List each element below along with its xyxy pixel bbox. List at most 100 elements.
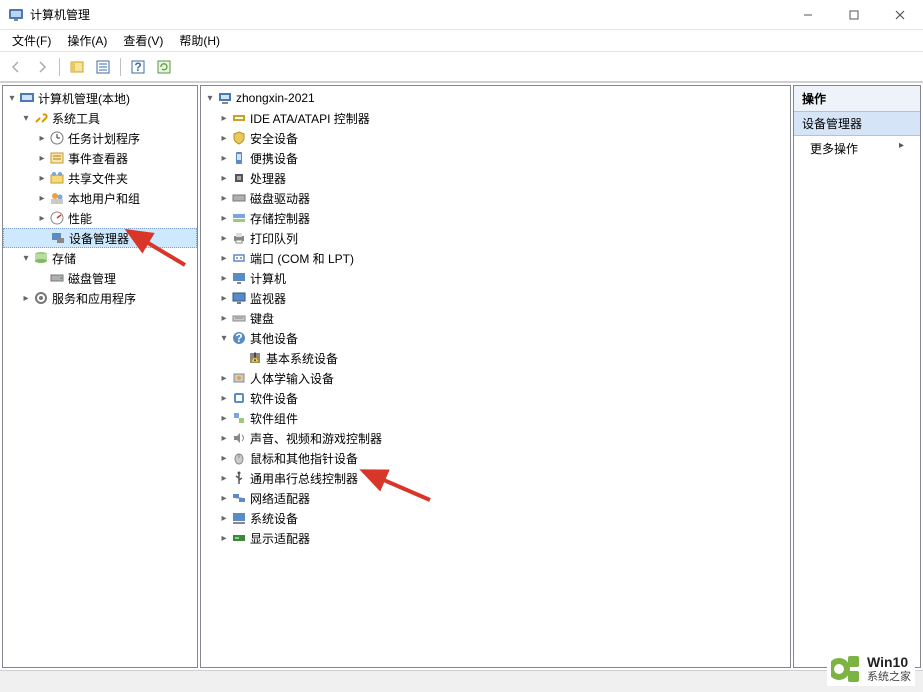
tree-label: 磁盘管理 bbox=[65, 270, 116, 287]
tree-local-users[interactable]: ▸ 本地用户和组 bbox=[3, 188, 197, 208]
tree-disk-management[interactable]: ▸ 磁盘管理 bbox=[3, 268, 197, 288]
tree-system-tools[interactable]: ▾ 系统工具 bbox=[3, 108, 197, 128]
expander-icon[interactable]: ▸ bbox=[217, 113, 231, 124]
users-icon bbox=[49, 190, 65, 206]
forward-button[interactable] bbox=[30, 55, 54, 79]
device-other[interactable]: ▾ ? 其他设备 bbox=[201, 328, 790, 348]
expander-icon[interactable]: ▸ bbox=[35, 173, 49, 184]
maximize-button[interactable] bbox=[831, 0, 877, 30]
other-icon: ? bbox=[231, 330, 247, 346]
device-network[interactable]: ▸ 网络适配器 bbox=[201, 488, 790, 508]
clock-icon bbox=[49, 130, 65, 146]
device-sound[interactable]: ▸ 声音、视频和游戏控制器 bbox=[201, 428, 790, 448]
tree-label: 网络适配器 bbox=[247, 490, 310, 507]
event-icon bbox=[49, 150, 65, 166]
device-monitors[interactable]: ▸ 监视器 bbox=[201, 288, 790, 308]
back-button[interactable] bbox=[4, 55, 28, 79]
minimize-button[interactable] bbox=[785, 0, 831, 30]
tree-label: 服务和应用程序 bbox=[49, 290, 136, 307]
tree-storage[interactable]: ▾ 存储 bbox=[3, 248, 197, 268]
expander-icon[interactable]: ▾ bbox=[203, 93, 217, 104]
software-dev-icon bbox=[231, 390, 247, 406]
console-tree-pane[interactable]: ▾ 计算机管理(本地) ▾ 系统工具 ▸ 任务计划程序 ▸ 事件查看器 ▸ bbox=[2, 85, 198, 668]
device-processors[interactable]: ▸ 处理器 bbox=[201, 168, 790, 188]
tree-label: 监视器 bbox=[247, 290, 286, 307]
usb-icon bbox=[231, 470, 247, 486]
show-hide-tree-button[interactable] bbox=[65, 55, 89, 79]
expander-icon[interactable]: ▸ bbox=[217, 493, 231, 504]
device-keyboards[interactable]: ▸ 键盘 bbox=[201, 308, 790, 328]
expander-icon[interactable]: ▾ bbox=[19, 253, 33, 264]
share-icon bbox=[49, 170, 65, 186]
device-ide[interactable]: ▸ IDE ATA/ATAPI 控制器 bbox=[201, 108, 790, 128]
device-display[interactable]: ▸ 显示适配器 bbox=[201, 528, 790, 548]
refresh-button[interactable] bbox=[152, 55, 176, 79]
close-button[interactable] bbox=[877, 0, 923, 30]
device-storage-controllers[interactable]: ▸ 存储控制器 bbox=[201, 208, 790, 228]
menu-view[interactable]: 查看(V) bbox=[115, 30, 171, 51]
tree-label: 人体学输入设备 bbox=[247, 370, 334, 387]
expander-icon[interactable]: ▸ bbox=[217, 313, 231, 324]
tree-performance[interactable]: ▸ 性能 bbox=[3, 208, 197, 228]
statusbar bbox=[0, 670, 923, 692]
expander-icon[interactable]: ▸ bbox=[217, 393, 231, 404]
expander-icon[interactable]: ▸ bbox=[217, 293, 231, 304]
device-disk-drives[interactable]: ▸ 磁盘驱动器 bbox=[201, 188, 790, 208]
expander-icon[interactable]: ▸ bbox=[217, 133, 231, 144]
tree-shared-folders[interactable]: ▸ 共享文件夹 bbox=[3, 168, 197, 188]
expander-icon[interactable]: ▾ bbox=[19, 113, 33, 124]
expander-icon[interactable]: ▸ bbox=[217, 453, 231, 464]
tree-label: 打印队列 bbox=[247, 230, 298, 247]
tree-root[interactable]: ▾ 计算机管理(本地) bbox=[3, 88, 197, 108]
warning-device-icon: ! bbox=[247, 350, 263, 366]
device-hid[interactable]: ▸ 人体学输入设备 bbox=[201, 368, 790, 388]
help-button[interactable]: ? bbox=[126, 55, 150, 79]
expander-icon[interactable]: ▸ bbox=[35, 153, 49, 164]
device-mice[interactable]: ▸ 鼠标和其他指针设备 bbox=[201, 448, 790, 468]
expander-icon[interactable]: ▸ bbox=[217, 173, 231, 184]
device-security[interactable]: ▸ 安全设备 bbox=[201, 128, 790, 148]
expander-icon[interactable]: ▸ bbox=[217, 513, 231, 524]
expander-icon[interactable]: ▸ bbox=[19, 293, 33, 304]
expander-icon[interactable]: ▸ bbox=[217, 373, 231, 384]
device-portable[interactable]: ▸ 便携设备 bbox=[201, 148, 790, 168]
device-system[interactable]: ▸ 系统设备 bbox=[201, 508, 790, 528]
device-software-components[interactable]: ▸ 软件组件 bbox=[201, 408, 790, 428]
expander-icon[interactable]: ▾ bbox=[217, 333, 231, 344]
expander-icon[interactable]: ▸ bbox=[35, 213, 49, 224]
actions-more[interactable]: 更多操作 ▸ bbox=[794, 136, 920, 161]
tree-services-apps[interactable]: ▸ 服务和应用程序 bbox=[3, 288, 197, 308]
device-software-devices[interactable]: ▸ 软件设备 bbox=[201, 388, 790, 408]
pc-icon bbox=[231, 270, 247, 286]
expander-icon[interactable]: ▸ bbox=[217, 473, 231, 484]
expander-icon[interactable]: ▸ bbox=[217, 213, 231, 224]
expander-icon[interactable]: ▸ bbox=[217, 153, 231, 164]
expander-icon[interactable]: ▸ bbox=[217, 273, 231, 284]
device-usb[interactable]: ▸ 通用串行总线控制器 bbox=[201, 468, 790, 488]
expander-icon[interactable]: ▸ bbox=[217, 193, 231, 204]
expander-icon[interactable]: ▸ bbox=[217, 433, 231, 444]
menu-help[interactable]: 帮助(H) bbox=[171, 30, 228, 51]
tree-label: zhongxin-2021 bbox=[233, 91, 315, 105]
expander-icon[interactable]: ▾ bbox=[5, 93, 19, 104]
expander-icon[interactable]: ▸ bbox=[217, 233, 231, 244]
tree-task-scheduler[interactable]: ▸ 任务计划程序 bbox=[3, 128, 197, 148]
device-ports[interactable]: ▸ 端口 (COM 和 LPT) bbox=[201, 248, 790, 268]
device-other-child[interactable]: ▸ ! 基本系统设备 bbox=[201, 348, 790, 368]
performance-icon bbox=[49, 210, 65, 226]
expander-icon[interactable]: ▸ bbox=[217, 413, 231, 424]
tree-label: 共享文件夹 bbox=[65, 170, 128, 187]
properties-button[interactable] bbox=[91, 55, 115, 79]
expander-icon[interactable]: ▸ bbox=[35, 193, 49, 204]
device-root[interactable]: ▾ zhongxin-2021 bbox=[201, 88, 790, 108]
expander-icon[interactable]: ▸ bbox=[217, 253, 231, 264]
tree-event-viewer[interactable]: ▸ 事件查看器 bbox=[3, 148, 197, 168]
menu-file[interactable]: 文件(F) bbox=[4, 30, 59, 51]
device-tree-pane[interactable]: ▾ zhongxin-2021 ▸ IDE ATA/ATAPI 控制器 ▸ 安全… bbox=[200, 85, 791, 668]
device-computer[interactable]: ▸ 计算机 bbox=[201, 268, 790, 288]
menu-action[interactable]: 操作(A) bbox=[59, 30, 115, 51]
tree-device-manager[interactable]: ▸ 设备管理器 bbox=[3, 228, 197, 248]
expander-icon[interactable]: ▸ bbox=[217, 533, 231, 544]
device-print-queues[interactable]: ▸ 打印队列 bbox=[201, 228, 790, 248]
expander-icon[interactable]: ▸ bbox=[35, 133, 49, 144]
